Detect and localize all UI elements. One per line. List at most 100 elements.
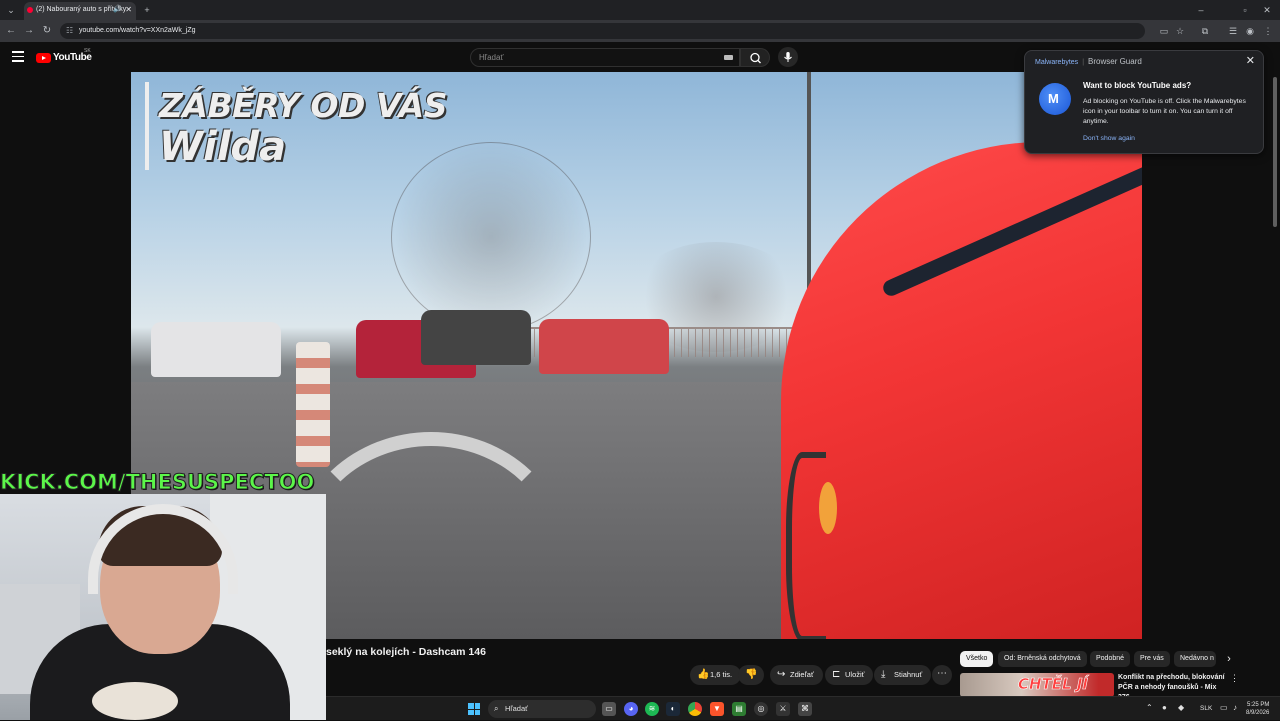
save-button[interactable]: ⊏ Uložiť: [825, 665, 874, 685]
save-label: Uložiť: [845, 670, 865, 679]
scrollbar-thumb[interactable]: [1273, 77, 1277, 227]
malwarebytes-popup: Malwarebytes|Browser Guard ✕ Want to blo…: [1024, 50, 1264, 154]
forward-button[interactable]: →: [22, 24, 36, 38]
chrome-icon[interactable]: [688, 702, 702, 716]
like-button[interactable]: 👍 1,6 tis.: [690, 665, 742, 685]
bowl: [92, 682, 178, 720]
dark-truck: [421, 310, 531, 365]
windows-start-icon[interactable]: [468, 703, 480, 715]
profile-icon[interactable]: ◉: [1243, 24, 1257, 38]
dont-show-again-link[interactable]: Don't show again: [1083, 135, 1135, 142]
download-label: Stiahnuť: [894, 670, 923, 679]
thumbnail-text: CHTĚL JÍ: [1018, 675, 1089, 694]
volume-icon[interactable]: ♪: [1233, 703, 1237, 712]
red-wagon: [539, 319, 669, 374]
tray-nvidia-icon[interactable]: ◆: [1178, 703, 1184, 712]
more-actions-button[interactable]: ⋯: [932, 665, 952, 685]
recommendation-menu-icon[interactable]: ⋮: [1230, 673, 1239, 684]
browser-menu-icon[interactable]: ⋮: [1261, 24, 1275, 38]
game-app-icon[interactable]: ⚔: [776, 702, 790, 716]
chevron-right-icon[interactable]: ›: [1222, 651, 1236, 667]
steam-icon[interactable]: ◐: [666, 702, 680, 716]
popup-header: Malwarebytes | Browser Guard: [1035, 57, 1142, 66]
tab-close-icon[interactable]: ✕: [125, 2, 132, 18]
page-scrollbar[interactable]: [1272, 72, 1278, 696]
cast-icon[interactable]: ▭: [1157, 24, 1171, 38]
microphone-icon: [784, 52, 792, 62]
site-info-icon[interactable]: ☷: [66, 23, 73, 39]
address-bar[interactable]: ☷ youtube.com/watch?v=XXn2aWk_jZg: [60, 23, 1145, 39]
reading-list-icon[interactable]: ☰: [1226, 24, 1240, 38]
search-input[interactable]: Hľadať: [470, 48, 740, 67]
browser-tab-bar: ⌄ (2) Nabouraný auto s přítelky 🔊 ✕ + – …: [0, 0, 1280, 20]
bare-tree: [391, 142, 591, 332]
back-button[interactable]: ←: [4, 24, 18, 38]
popup-body: Ad blocking on YouTube is off. Click the…: [1083, 98, 1246, 125]
chip-all[interactable]: Všetko: [960, 651, 994, 667]
chip-for-you[interactable]: Pre vás: [1134, 651, 1170, 667]
chip-related[interactable]: Podobné: [1090, 651, 1131, 667]
browser-tab-active[interactable]: (2) Nabouraný auto s přítelky 🔊 ✕: [24, 2, 136, 20]
traffic-bollard: [296, 342, 330, 467]
share-button[interactable]: ↪ Zdieľať: [770, 665, 823, 685]
thumbs-up-icon: 👍: [697, 669, 710, 680]
video-overlay-title: ZÁBĚRY OD VÁS: [159, 86, 447, 125]
obs-icon[interactable]: ◎: [754, 702, 768, 716]
menu-hamburger-icon[interactable]: [12, 51, 24, 63]
webcam-overlay: [0, 494, 326, 720]
window-minimize-button[interactable]: –: [1194, 3, 1208, 17]
url-text: youtube.com/watch?v=XXn2aWk_jZg: [79, 27, 196, 34]
brave-icon[interactable]: ▼: [710, 702, 724, 716]
search-icon: [750, 52, 761, 64]
youtube-favicon-icon: [27, 7, 33, 13]
chip-from-channel[interactable]: Od: Brněnská odchytová: [998, 651, 1087, 667]
tray-overflow-icon[interactable]: ⌃: [1146, 703, 1153, 712]
spotify-icon[interactable]: ≋: [645, 702, 659, 716]
recommendation-thumbnail[interactable]: CHTĚL JÍ: [960, 673, 1114, 697]
clock-time: 5:25 PM: [1247, 702, 1270, 708]
tab-audio-icon[interactable]: 🔊: [113, 2, 122, 18]
download-button[interactable]: ⤓ Stiahnuť: [874, 665, 932, 685]
voice-search-button[interactable]: [778, 47, 798, 67]
keyboard-icon[interactable]: [724, 55, 733, 60]
popup-product: Browser Guard: [1088, 57, 1142, 66]
reload-button[interactable]: ↻: [40, 24, 54, 38]
car-indicator: [819, 482, 837, 534]
popup-close-icon[interactable]: ✕: [1246, 54, 1255, 67]
bookmark-icon: ⊏: [832, 669, 841, 680]
window-maximize-button[interactable]: ▫: [1238, 3, 1252, 17]
task-view-icon[interactable]: ▭: [602, 702, 616, 716]
discord-icon[interactable]: ◕: [624, 702, 638, 716]
download-icon: ⤓: [881, 669, 886, 680]
popup-headline: Want to block YouTube ads?: [1083, 81, 1192, 90]
red-car-side: [781, 142, 1142, 639]
share-label: Zdieľať: [790, 670, 814, 679]
search-button[interactable]: [740, 48, 770, 67]
white-suv: [151, 322, 281, 377]
tab-search-icon[interactable]: ⌄: [4, 3, 18, 17]
taskbar-search[interactable]: ⌕ Hľadať: [488, 700, 596, 718]
taskbar-clock[interactable]: 5:25 PM 8/9/2026: [1246, 701, 1269, 717]
controller-icon[interactable]: ⌘: [798, 702, 812, 716]
spreadsheet-icon[interactable]: ▤: [732, 702, 746, 716]
chip-recent[interactable]: Nedávno n: [1174, 651, 1216, 667]
browser-toolbar: ← → ↻ ☷ youtube.com/watch?v=XXn2aWk_jZg …: [0, 20, 1280, 42]
car-wheel: [786, 452, 826, 639]
country-code: SK: [84, 48, 91, 54]
window-close-button[interactable]: ✕: [1260, 3, 1274, 17]
thumbs-down-icon: 👎: [745, 669, 758, 680]
kick-banner: KICK.COM/THESUSPECTOO: [0, 470, 315, 494]
popup-brand: Malwarebytes: [1035, 59, 1079, 66]
youtube-play-icon: [36, 53, 51, 63]
dislike-button[interactable]: 👎: [738, 665, 764, 685]
language-indicator[interactable]: SLK: [1200, 705, 1212, 712]
tray-app-icon[interactable]: ●: [1162, 703, 1167, 712]
overlay-bar: [145, 82, 149, 170]
malwarebytes-logo-icon: [1039, 83, 1071, 115]
new-tab-button[interactable]: +: [140, 3, 154, 17]
bookmark-star-icon[interactable]: ☆: [1173, 24, 1187, 38]
video-title: seklý na kolejích - Dashcam 146: [326, 646, 486, 658]
network-icon[interactable]: ▭: [1220, 703, 1228, 712]
share-icon: ↪: [777, 669, 786, 680]
extensions-icon[interactable]: ⧉: [1198, 24, 1212, 38]
